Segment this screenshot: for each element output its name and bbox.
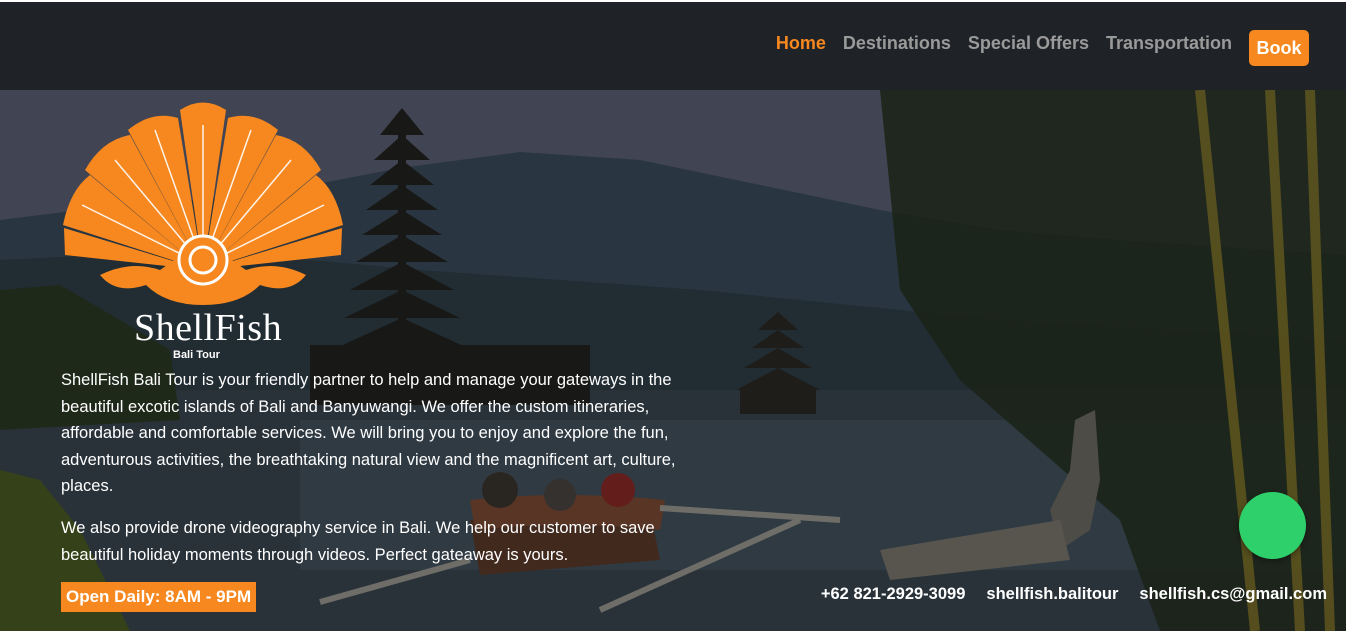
nav-destinations-link[interactable]: Destinations — [843, 33, 951, 54]
brand-subtitle: Bali Tour — [173, 349, 220, 361]
opening-hours-badge: Open Daily: 8AM - 9PM — [61, 582, 257, 612]
navbar: Home Destinations Special Offers Transpo… — [0, 2, 1346, 90]
nav-links: Home Destinations Special Offers Transpo… — [776, 33, 1232, 54]
email-contact[interactable]: shellfish.cs@gmail.com — [1139, 585, 1327, 604]
intro-paragraph: ShellFish Bali Tour is your friendly par… — [61, 371, 676, 495]
nav-transportation-link[interactable]: Transportation — [1106, 33, 1232, 54]
brand-name: ShellFish — [134, 307, 283, 349]
instagram-contact[interactable]: shellfish.balitour — [986, 585, 1118, 604]
book-button[interactable]: Book — [1249, 30, 1309, 66]
nav-home-link[interactable]: Home — [776, 33, 826, 54]
hero-section: ShellFish Bali Tour ShellFish Bali Tour … — [0, 90, 1346, 631]
drone-paragraph: We also provide drone videography servic… — [61, 519, 655, 564]
phone-contact[interactable]: +62 821-2929-3099 — [821, 585, 966, 604]
nav-special-offers-link[interactable]: Special Offers — [968, 33, 1089, 54]
contact-bar: +62 821-2929-3099 shellfish.balitour she… — [821, 585, 1327, 604]
chat-button[interactable] — [1239, 492, 1306, 559]
